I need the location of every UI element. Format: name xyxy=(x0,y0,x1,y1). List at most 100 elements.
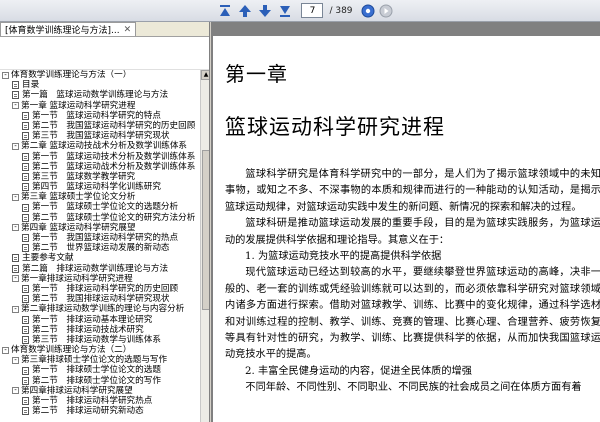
page-icon xyxy=(22,183,29,192)
tree-item[interactable]: - 第二章排球运动数学训练的理论与内容分析 xyxy=(0,304,200,314)
tree-item-label: 第二节 我国篮球运动科学研究的历史回顾 xyxy=(32,120,196,131)
scroll-up-icon[interactable]: ▲ xyxy=(201,70,209,80)
page-icon xyxy=(22,111,29,120)
first-page-icon[interactable] xyxy=(217,3,233,19)
page-icon xyxy=(22,285,29,294)
prev-page-icon[interactable] xyxy=(237,3,253,19)
document-page: 第一章 篮球运动科学研究进程 篮球科学研究是体育科学研究中的一部分，是人们为了揭… xyxy=(213,36,600,422)
tree-item[interactable]: - 第三章 篮球硕士学位论文分析 xyxy=(0,192,200,202)
tree-item[interactable]: 第一节 篮球硕士学位论文的选题分析 xyxy=(0,202,200,212)
tree-item[interactable]: - 第四章排球运动科学研究展望 xyxy=(0,386,200,396)
tree-item-label: 第二节 篮球运动战术分析及数学训练体系 xyxy=(32,161,196,172)
bookmark-tree: - 体育数学训练理论与方法（一） 目录 第一篇 篮球运动数学训练理论与方法 - 第一章 篮… xyxy=(0,70,200,422)
tree-item-label: 第三节 我国篮球运动科学研究现状 xyxy=(32,131,170,142)
tree-item-label: 第二节 世界篮球运动发展的新动态 xyxy=(32,243,170,254)
page-icon xyxy=(22,315,29,324)
tree-item-label: 第二篇 排球运动数学训练理论与方法 xyxy=(22,263,169,274)
tree-item-label: 目录 xyxy=(22,80,40,91)
last-page-icon[interactable] xyxy=(277,3,293,19)
tree-item[interactable]: 第一节 篮球运动科学研究的特点 xyxy=(0,111,200,121)
tree-item[interactable]: 第三节 篮球数学教学研究 xyxy=(0,172,200,182)
tree-item[interactable]: 第四节 篮球运动科学化训练研究 xyxy=(0,182,200,192)
tree-item[interactable]: 第二节 我国排球运动科学研究现状 xyxy=(0,294,200,304)
expand-collapse-icon[interactable]: - xyxy=(12,305,19,313)
tree-item[interactable]: 第二节 篮球运动战术分析及数学训练体系 xyxy=(0,162,200,172)
page-number-input[interactable]: 7 xyxy=(301,3,324,18)
page-icon xyxy=(22,376,29,385)
scrollbar-thumb[interactable] xyxy=(202,150,209,310)
chapter-heading: 第一章 xyxy=(225,62,288,86)
tree-item[interactable]: - 第一章排球运动科学研究进程 xyxy=(0,274,200,284)
page-icon xyxy=(22,132,29,141)
tree-item[interactable]: 第二节 排球运动技战术研究 xyxy=(0,325,200,335)
tree-item[interactable]: 第一节 我国篮球运动科学研究的热点 xyxy=(0,233,200,243)
tab-document[interactable]: [体育数学训练理论与方法]... ✕ xyxy=(0,22,137,36)
tree-item-label: 第一节 篮球运动科学研究的特点 xyxy=(32,110,161,121)
tree-item[interactable]: 第二篇 排球运动数学训练理论与方法 xyxy=(0,264,200,274)
expand-collapse-icon[interactable]: - xyxy=(2,346,9,354)
next-page-icon[interactable] xyxy=(257,3,273,19)
tree-item[interactable]: 第一节 排球运动基本理论研究 xyxy=(0,315,200,325)
page-icon xyxy=(22,407,29,416)
expand-collapse-icon[interactable]: - xyxy=(12,224,19,232)
tree-item-label: 体育数学训练理论与方法（二） xyxy=(11,345,132,356)
tree-item[interactable]: 第二节 排球运动研究新动态 xyxy=(0,406,200,416)
tree-item-label: 第二章 篮球运动技战术分析及数学训练体系 xyxy=(21,141,188,152)
tree-item[interactable]: 第二节 世界篮球运动发展的新动态 xyxy=(0,243,200,253)
back-icon[interactable] xyxy=(361,4,375,18)
paragraph: 现代篮球运动已经达到较高的水平，要继续攀登世界篮球运动的高峰，决非一般的、老一套… xyxy=(225,267,600,361)
close-icon[interactable]: ✕ xyxy=(124,25,132,35)
tree-item[interactable]: - 第四章 篮球运动科学研究展望 xyxy=(0,223,200,233)
tree-item[interactable]: 第一节 篮球运动技术分析及数学训练体系 xyxy=(0,152,200,162)
panel-header-space xyxy=(0,37,209,70)
tree-item[interactable]: 第二节 篮球硕士学位论文的研究方法分析 xyxy=(0,213,200,223)
tree-item-label: 第一节 我国篮球运动科学研究的热点 xyxy=(32,233,179,243)
tree-item[interactable]: 第一节 排球运动科学研究热点 xyxy=(0,396,200,406)
tree-item[interactable]: 第二节 排球硕士学位论文的写作 xyxy=(0,376,200,386)
tree-item-label: 第一节 排球运动科学研究热点 xyxy=(32,396,153,406)
tree-item[interactable]: 第一节 排球硕士学位论文的选题 xyxy=(0,365,200,375)
tree-item[interactable]: 第二节 我国篮球运动科学研究的历史回顾 xyxy=(0,121,200,131)
page-icon xyxy=(22,203,29,212)
tree-item-label: 第一节 排球运动科学研究的历史回顾 xyxy=(32,283,179,294)
navigation-toolbar: 7 / 389 xyxy=(0,0,600,22)
page-icon xyxy=(22,335,29,344)
page-icon xyxy=(12,91,19,100)
tree-item-label: 第四章 篮球运动科学研究展望 xyxy=(21,222,136,233)
tree-item-label: 第四章排球运动科学研究展望 xyxy=(21,385,133,396)
tree-item[interactable]: - 第三章排球硕士学位论文的选题与写作 xyxy=(0,355,200,365)
tree-item[interactable]: 第一节 排球运动科学研究的历史回顾 xyxy=(0,284,200,294)
expand-collapse-icon[interactable]: - xyxy=(12,142,19,150)
paragraph: 篮球科学研究是体育科学研究中的一部分，是人们为了揭示篮球领域中的未知事物，或知之… xyxy=(225,169,600,213)
page-icon xyxy=(12,264,19,273)
document-body: 篮球科学研究是体育科学研究中的一部分，是人们为了揭示篮球领域中的未知事物，或知之… xyxy=(225,167,600,397)
section-subheading: 2. 丰富全民健身运动的内容，促进全民体质的增强 xyxy=(245,365,472,377)
tree-item[interactable]: 主要参考文献 xyxy=(0,253,200,263)
tree-item[interactable]: - 体育数学训练理论与方法（二） xyxy=(0,345,200,355)
tab-strip: [体育数学训练理论与方法]... ✕ xyxy=(0,22,209,37)
tree-item[interactable]: - 第一章 篮球运动科学研究进程 xyxy=(0,101,200,111)
expand-collapse-icon[interactable]: - xyxy=(2,71,9,79)
document-view[interactable]: 第一章 篮球运动科学研究进程 篮球科学研究是体育科学研究中的一部分，是人们为了揭… xyxy=(211,22,600,422)
tree-item[interactable]: 第三节 我国篮球运动科学研究现状 xyxy=(0,131,200,141)
tree-item-label: 第一节 排球硕士学位论文的选题 xyxy=(32,365,161,376)
tree-item-label: 第三节 排球运动数学与训练体系 xyxy=(32,334,161,345)
expand-collapse-icon[interactable]: - xyxy=(12,387,19,395)
page-icon xyxy=(22,122,29,131)
expand-collapse-icon[interactable]: - xyxy=(12,193,19,201)
tree-item-label: 第二节 我国排球运动科学研究现状 xyxy=(32,294,170,305)
tree-item[interactable]: 第一篇 篮球运动数学训练理论与方法 xyxy=(0,90,200,100)
tree-item[interactable]: 第三节 排球运动数学与训练体系 xyxy=(0,335,200,345)
tab-label: [体育数学训练理论与方法]... xyxy=(5,26,120,36)
page-total-label: / 389 xyxy=(329,5,353,16)
expand-collapse-icon[interactable]: - xyxy=(12,275,19,283)
forward-icon[interactable] xyxy=(379,4,393,18)
tree-scrollbar[interactable]: ▲ xyxy=(200,70,209,422)
tree-item-label: 第一节 篮球运动技术分析及数学训练体系 xyxy=(32,151,196,162)
tree-item[interactable]: - 第二章 篮球运动技战术分析及数学训练体系 xyxy=(0,141,200,151)
expand-collapse-icon[interactable]: - xyxy=(12,102,19,110)
page-icon xyxy=(22,213,29,222)
tree-item[interactable]: - 体育数学训练理论与方法（一） xyxy=(0,70,200,80)
expand-collapse-icon[interactable]: - xyxy=(12,356,19,364)
tree-item[interactable]: 目录 xyxy=(0,80,200,90)
